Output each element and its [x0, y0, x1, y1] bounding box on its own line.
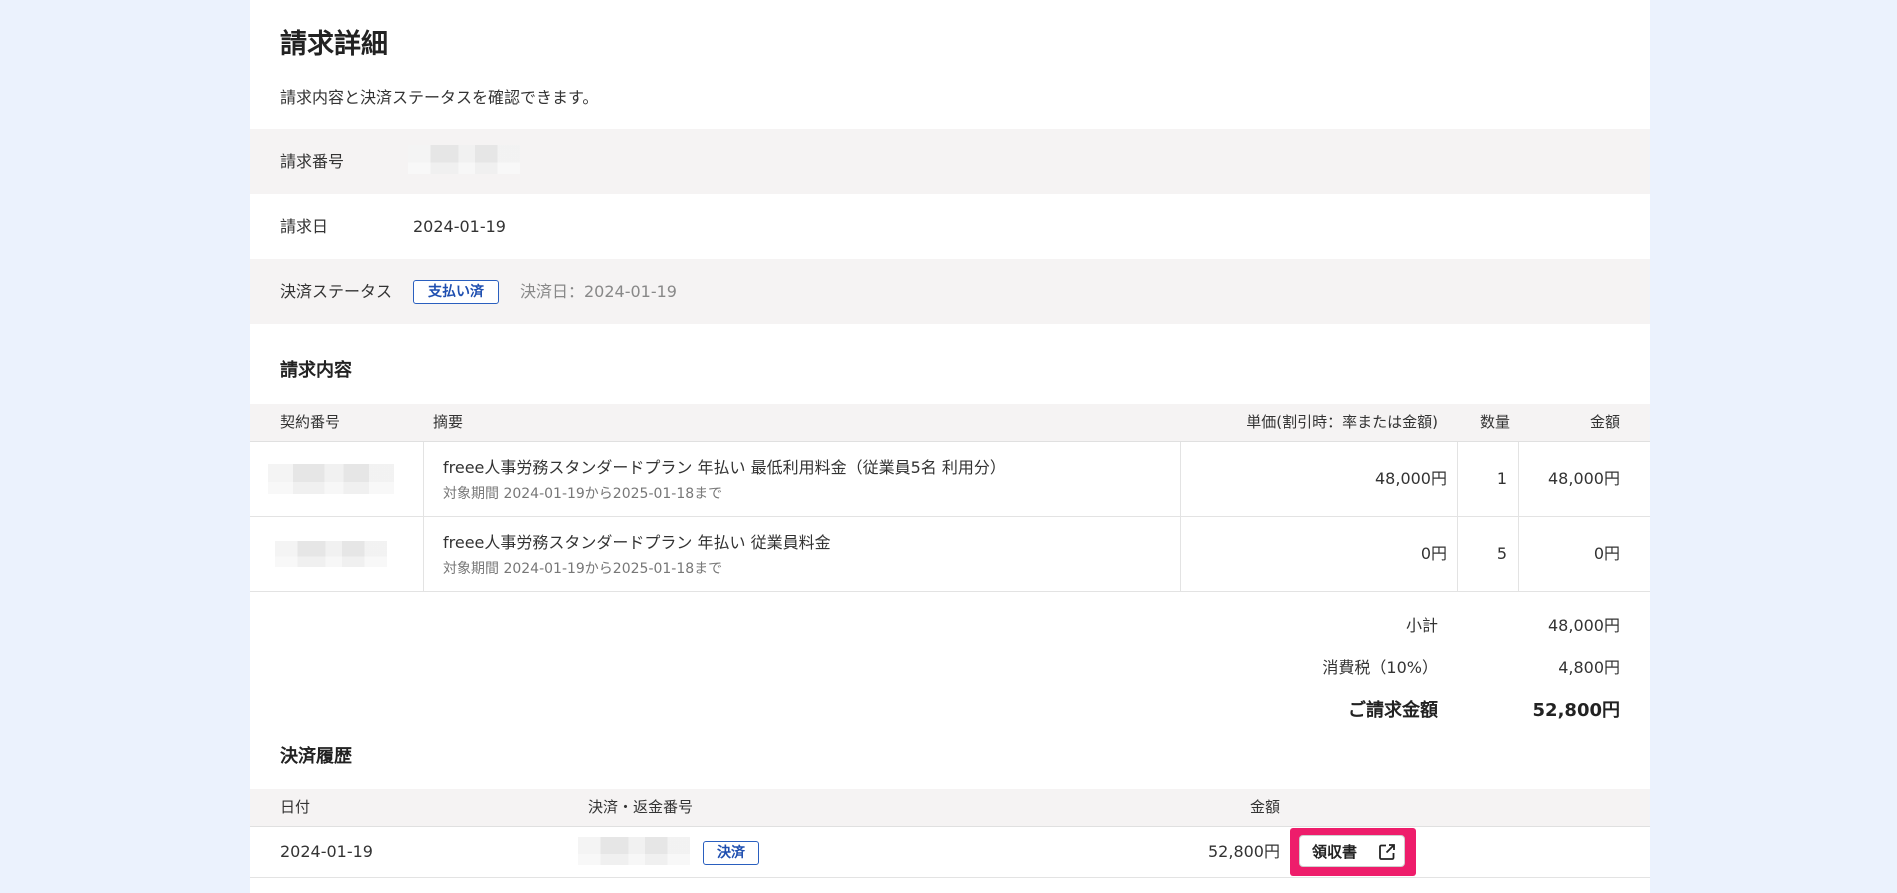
invoice-number-label: 請求番号	[280, 152, 345, 171]
col-summary: 摘要	[433, 413, 464, 431]
tax-label: 消費税（10%）	[1322, 658, 1438, 677]
history-amount: 52,800円	[1208, 842, 1280, 861]
contract-number-redacted	[275, 541, 387, 567]
item-qty: 5	[1496, 544, 1507, 563]
item-summary: freee人事労務スタンダードプラン 年払い 最低利用料金（従業員5名 利用分）	[443, 458, 1006, 477]
item-period: 対象期間 2024-01-19から2025-01-18まで	[443, 561, 723, 577]
subtotal-value: 48,000円	[1548, 616, 1620, 635]
item-qty: 1	[1496, 469, 1507, 488]
total-value: 52,800円	[1532, 700, 1620, 721]
items-section-title: 請求内容	[280, 360, 352, 381]
item-unit-price: 0円	[1420, 544, 1447, 563]
tax-value: 4,800円	[1558, 658, 1620, 677]
col-unit-price: 単価(割引時：率または金額)	[1246, 413, 1438, 431]
col-payment-number: 決済・返金番号	[588, 798, 694, 816]
page-description: 請求内容と決済ステータスを確認できます。	[280, 88, 599, 107]
item-amount: 0円	[1593, 544, 1620, 563]
history-date: 2024-01-19	[280, 842, 373, 861]
table-row: freee人事労務スタンダードプラン 年払い 最低利用料金（従業員5名 利用分）…	[250, 442, 1650, 517]
external-link-icon	[1379, 844, 1395, 860]
invoice-date-value: 2024-01-19	[413, 217, 506, 236]
invoice-date-row: 請求日 2024-01-19	[250, 194, 1650, 259]
payment-number-redacted	[578, 837, 690, 865]
contract-number-redacted	[268, 464, 394, 494]
receipt-button-label: 領収書	[1312, 843, 1358, 861]
col-history-amount: 金額	[1249, 798, 1280, 816]
item-period: 対象期間 2024-01-19から2025-01-18まで	[443, 486, 723, 502]
item-amount: 48,000円	[1548, 469, 1620, 488]
invoice-number-redacted	[408, 145, 520, 174]
receipt-button-highlight: 領収書	[1290, 828, 1416, 876]
payment-kind-badge: 決済	[703, 841, 759, 865]
invoice-number-row: 請求番号	[250, 129, 1650, 194]
history-table-header: 日付 決済・返金番号 金額	[250, 789, 1650, 827]
col-date: 日付	[280, 798, 311, 816]
history-section-title: 決済履歴	[280, 746, 352, 767]
subtotal-label: 小計	[1405, 616, 1438, 635]
invoice-date-label: 請求日	[280, 217, 329, 236]
payment-status-row: 決済ステータス 支払い済 決済日：2024-01-19	[250, 259, 1650, 324]
page-title: 請求詳細	[280, 29, 388, 60]
table-row: freee人事労務スタンダードプラン 年払い 従業員料金 対象期間 2024-0…	[250, 517, 1650, 592]
col-contract-no: 契約番号	[280, 413, 341, 431]
total-label: ご請求金額	[1348, 700, 1438, 721]
payment-date: 決済日：2024-01-19	[520, 282, 677, 301]
items-table-header: 契約番号 摘要 単価(割引時：率または金額) 数量 金額	[250, 404, 1650, 442]
payment-status-label: 決済ステータス	[280, 282, 393, 301]
item-unit-price: 48,000円	[1375, 469, 1447, 488]
col-amount: 金額	[1589, 413, 1620, 431]
receipt-button[interactable]: 領収書	[1299, 835, 1405, 867]
col-qty: 数量	[1479, 413, 1510, 431]
invoice-detail-card: 請求詳細 請求内容と決済ステータスを確認できます。 請求番号 請求日 2024-…	[250, 0, 1650, 893]
status-badge: 支払い済	[413, 280, 499, 304]
table-row: 2024-01-19 決済 52,800円 領収書	[250, 827, 1650, 878]
item-summary: freee人事労務スタンダードプラン 年払い 従業員料金	[443, 533, 831, 552]
